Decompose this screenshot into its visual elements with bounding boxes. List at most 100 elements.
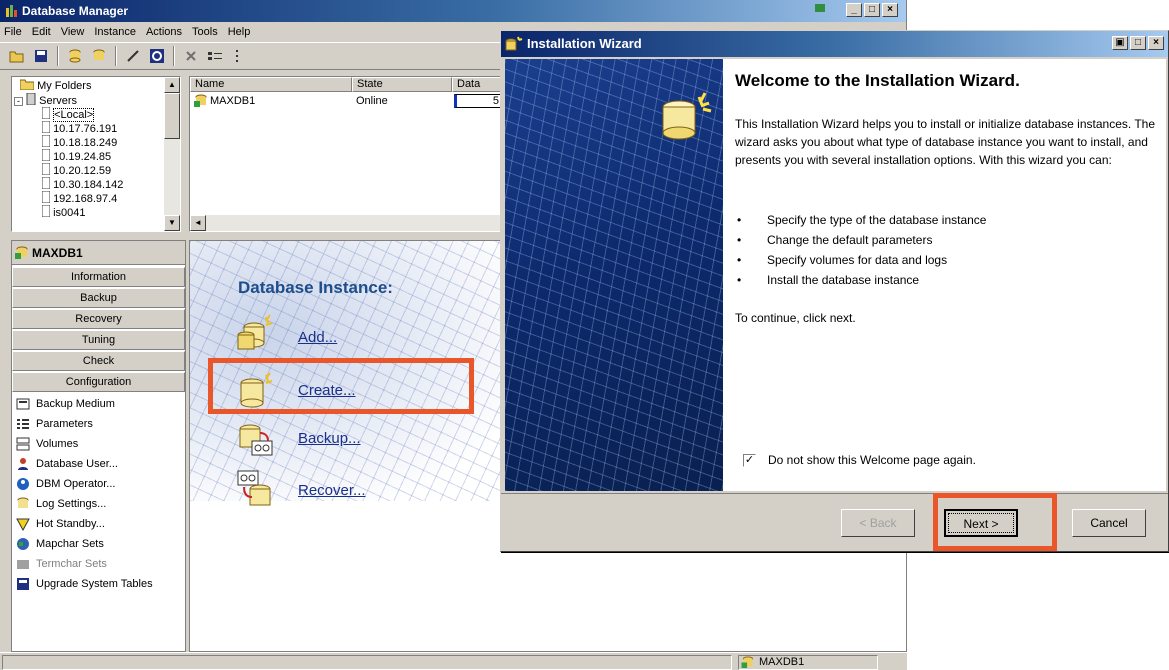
operator-icon (17, 478, 29, 490)
tree-item-server[interactable]: 10.18.18.249 (41, 134, 117, 149)
disconnect-button[interactable] (88, 45, 110, 67)
tree-item-my-folders[interactable]: My Folders (19, 79, 92, 92)
config-item-log-settings[interactable]: Log Settings... (16, 494, 106, 514)
section-backup[interactable]: Backup (12, 288, 185, 308)
server-icon (41, 148, 51, 162)
save-button[interactable] (30, 45, 52, 67)
table-row[interactable]: MAXDB1 Online 5 (192, 94, 502, 108)
connect-button[interactable] (64, 45, 86, 67)
status-pane-instance: MAXDB1 (738, 655, 878, 670)
tree-item-server[interactable]: <Local> (41, 106, 95, 122)
wizard-title: Installation Wizard (527, 36, 642, 51)
scroll-thumb[interactable] (164, 93, 180, 139)
backup-link[interactable]: Backup... (298, 430, 361, 447)
menu-file[interactable]: File (4, 23, 22, 41)
tree-label: My Folders (37, 80, 92, 92)
config-item-mapchar-sets[interactable]: Mapchar Sets (16, 534, 104, 554)
cancel-button[interactable]: Cancel (1072, 509, 1146, 537)
column-header-state[interactable]: State (352, 77, 452, 92)
tree-scrollbar[interactable]: ▲ ▼ (164, 77, 180, 231)
scroll-left-button[interactable]: ◄ (190, 215, 206, 231)
list-hscrollbar[interactable]: ◄ (190, 215, 500, 231)
open-button[interactable] (6, 45, 28, 67)
database-online-icon (194, 94, 207, 107)
tree-item-server[interactable]: 10.17.76.191 (41, 120, 118, 135)
menu-edit[interactable]: Edit (32, 23, 51, 41)
add-link[interactable]: Add... (298, 329, 337, 346)
row-data: 5 (492, 95, 499, 107)
config-item-upgrade-system-tables[interactable]: Upgrade System Tables (16, 574, 153, 594)
wizard-heading: Welcome to the Installation Wizard. (735, 71, 1020, 90)
status-instance-name: MAXDB1 (759, 656, 805, 668)
details-button[interactable] (228, 45, 250, 67)
maximize-button[interactable]: □ (864, 3, 880, 17)
instance-list[interactable]: Name State Data MAXDB1 Online 5 ◄ (189, 76, 502, 232)
wizard-titlebar[interactable]: Installation Wizard ▣ □ × (501, 31, 1168, 57)
config-item-parameters[interactable]: Parameters (16, 414, 93, 434)
tree-label: 10.30.184.142 (53, 179, 124, 191)
recover-link[interactable]: Recover... (298, 482, 366, 499)
config-item-volumes[interactable]: Volumes (16, 434, 78, 454)
wizard-maximize-button[interactable]: □ (1130, 36, 1146, 50)
scroll-up-button[interactable]: ▲ (164, 77, 180, 93)
dont-show-again-checkbox[interactable]: ✓ (743, 454, 756, 467)
menu-tools[interactable]: Tools (192, 23, 218, 41)
config-item-database-user[interactable]: Database User... (16, 454, 118, 474)
menu-instance[interactable]: Instance (94, 23, 136, 41)
config-item-hot-standby[interactable]: Hot Standby... (16, 514, 105, 534)
wizard-footer (501, 493, 1168, 553)
close-button[interactable]: × (882, 3, 898, 17)
dont-show-again-label[interactable]: Do not show this Welcome page again. (768, 451, 1128, 469)
tree-item-server[interactable]: 192.168.97.4 (41, 190, 117, 205)
tree-item-server[interactable]: 10.19.24.85 (41, 148, 111, 163)
section-information[interactable]: Information (12, 267, 185, 287)
list-view-button[interactable] (204, 45, 226, 67)
tree-item-server[interactable]: is0041 (42, 205, 85, 217)
item-label: Termchar Sets (36, 558, 107, 570)
section-check[interactable]: Check (12, 351, 185, 371)
config-item-dbm-operator[interactable]: DBM Operator... (16, 474, 115, 494)
refresh-icon (150, 49, 164, 63)
wand-icon (127, 50, 139, 62)
wizard-close-button[interactable]: × (1148, 36, 1164, 50)
menu-actions[interactable]: Actions (146, 23, 182, 41)
minimize-button[interactable]: _ (846, 3, 862, 17)
refresh-button[interactable] (146, 45, 168, 67)
row-data-bar: 5 (454, 94, 502, 108)
server-tree[interactable]: My Folders - Servers <Local> 10.17.76.19… (11, 76, 181, 232)
section-configuration[interactable]: Configuration (12, 372, 185, 392)
wizard-restore-button[interactable]: ▣ (1112, 36, 1128, 50)
config-item-backup-medium[interactable]: Backup Medium (16, 394, 115, 414)
server-icon (41, 106, 51, 120)
toolbar-separator (57, 46, 59, 66)
wizard-icon (505, 36, 523, 51)
menu-view[interactable]: View (61, 23, 85, 41)
column-header-name[interactable]: Name (190, 77, 352, 92)
column-header-data[interactable]: Data (452, 77, 502, 92)
section-tuning[interactable]: Tuning (12, 330, 185, 350)
tree-item-servers[interactable]: - Servers (14, 92, 77, 107)
item-label: Hot Standby... (36, 518, 105, 530)
scroll-down-button[interactable]: ▼ (164, 215, 180, 231)
instance-panel: MAXDB1 Information Backup Recovery Tunin… (11, 240, 186, 652)
upgrade-icon (17, 578, 29, 590)
section-recovery[interactable]: Recovery (12, 309, 185, 329)
delete-button[interactable] (180, 45, 202, 67)
tree-label: is0041 (53, 207, 86, 217)
menu-help[interactable]: Help (228, 23, 251, 41)
tree-item-server[interactable]: 10.30.184.142 (41, 176, 124, 191)
collapse-icon[interactable]: - (14, 97, 23, 106)
tree-item-server[interactable]: 10.20.12.59 (41, 162, 111, 177)
folder-open-icon (9, 51, 24, 63)
termchar-icon (17, 560, 29, 569)
toolbar-separator (115, 46, 117, 66)
wizard-intro-text: This Installation Wizard helps you to in… (735, 117, 1155, 167)
main-titlebar[interactable]: Database Manager _ □ × (0, 0, 906, 22)
item-label: Backup Medium (36, 398, 115, 410)
tool-button[interactable] (122, 45, 144, 67)
server-icon (41, 176, 51, 190)
item-label: Upgrade System Tables (36, 578, 153, 590)
tree-label: 10.17.76.191 (53, 123, 118, 135)
indicator-icon (815, 4, 825, 12)
back-button: < Back (841, 509, 915, 537)
